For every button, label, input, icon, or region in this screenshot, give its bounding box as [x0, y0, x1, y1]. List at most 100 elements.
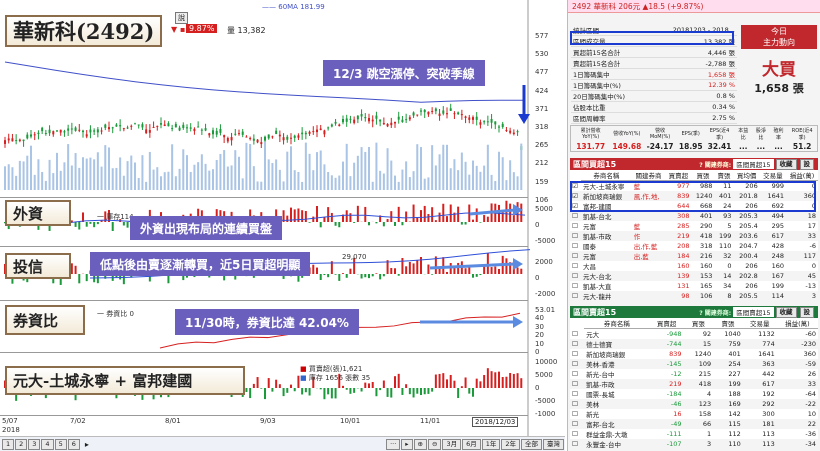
row-checkbox[interactable]: ☐ — [570, 281, 581, 291]
page-tab-4[interactable]: 4 — [41, 438, 54, 450]
table-cell: 428 — [771, 242, 784, 250]
candle-body — [171, 128, 174, 130]
y-tick: 106 — [535, 195, 549, 204]
page-tab-6[interactable]: 6 — [67, 438, 80, 450]
zoom-button[interactable]: 3月 — [442, 438, 462, 450]
table-row[interactable]: ☐ 新光-台中 -12 215 227 442 26 — [570, 369, 818, 379]
table-row[interactable]: ☐ 凱基-台北 308 401 93 205.3 494 18 — [570, 211, 818, 221]
zoom-button[interactable]: 1年 — [481, 438, 501, 450]
row-checkbox[interactable]: ☐ — [570, 369, 584, 379]
candle-body — [375, 115, 378, 119]
candle-body — [316, 129, 318, 133]
row-checkbox[interactable]: ☐ — [570, 359, 584, 369]
row-checkbox[interactable]: ☐ — [570, 439, 584, 449]
table-row[interactable]: ☐ 美林 -46 123 169 292 -22 — [570, 399, 818, 409]
row-checkbox[interactable]: ☐ — [570, 389, 584, 399]
row-checkbox[interactable]: ☐ — [570, 231, 581, 241]
page-tab-5[interactable]: 5 — [54, 438, 67, 450]
volume-bar — [204, 163, 207, 190]
row-checkbox[interactable]: ☐ — [570, 221, 581, 231]
table-cell: 219 — [677, 232, 690, 240]
table-cell: 205.5 — [739, 292, 758, 300]
volume-bar — [238, 156, 240, 190]
row-checkbox[interactable]: ☐ — [570, 291, 581, 301]
buy-set-button[interactable]: 設 — [799, 158, 814, 170]
zoom-button[interactable]: 6月 — [462, 438, 481, 450]
flow-bar — [516, 373, 519, 388]
table-row[interactable]: ☐ 元大-龍井 98 106 8 205.5 114 3 — [570, 291, 818, 301]
today-header: 今日 主力動向 — [741, 25, 817, 49]
table-row[interactable]: ☐ 群益金鼎-大墩 -111 1 112 113 -36 — [570, 429, 818, 439]
zoom-button[interactable]: 臺灣 — [543, 438, 564, 450]
flow-bar — [460, 222, 463, 225]
row-checkbox[interactable]: ☐ — [570, 329, 584, 340]
table-row[interactable]: ☐ 新光 16 158 142 300 10 — [570, 409, 818, 419]
candle-body — [108, 127, 110, 130]
table-row[interactable]: ☐ 永豐金-台中 -107 3 110 113 -34 — [570, 439, 818, 449]
page-tab-3[interactable]: 3 — [28, 438, 41, 450]
zoom-button[interactable]: 2年 — [501, 438, 520, 450]
table-row[interactable]: ☐ 凱基-市政 作 219 418 199 203.6 617 33 — [570, 231, 818, 241]
volume-bar — [37, 159, 40, 190]
table-row[interactable]: ☐ 元大 -948 92 1040 1132 -60 — [570, 328, 818, 340]
zoom-in-icon[interactable]: ⊕ — [413, 438, 427, 450]
row-checkbox[interactable]: ☐ — [570, 261, 581, 271]
sell-set-button[interactable]: 設 — [799, 306, 814, 318]
candle-body — [260, 142, 263, 145]
y-tick: 0 — [535, 384, 540, 392]
buy-select[interactable]: 區間買超15 — [733, 159, 774, 169]
row-checkbox[interactable]: ☐ — [570, 349, 584, 359]
table-row[interactable]: ☐ 國票-長城 -184 4 188 192 -64 — [570, 389, 818, 399]
chart-area[interactable]: —— 60MA 181.99 說 ▼ ▪ 9.87% 量 13,382 577 5… — [0, 0, 565, 451]
table-row[interactable]: ☐ 新加坡商瑞銀 839 1240 401 1641 360 — [570, 349, 818, 359]
volume-bar — [141, 155, 144, 190]
row-checkbox[interactable]: ☐ — [570, 409, 584, 419]
table-row[interactable]: ☐ 元大-台北 139 153 14 202.8 167 45 — [570, 271, 818, 281]
table-row[interactable]: ☐ 大昌 160 160 0 206 160 0 — [570, 261, 818, 271]
table-row[interactable]: ☐ 美林-香港 -145 109 254 363 -59 — [570, 359, 818, 369]
candle-body — [516, 131, 519, 133]
flow-bar — [386, 219, 389, 222]
volume-bar — [290, 146, 292, 190]
page-tab-1[interactable]: 1 — [2, 438, 15, 450]
table-row[interactable]: ☐ 富邦-台北 -49 66 115 181 22 — [570, 419, 818, 429]
scroll-right-icon[interactable]: ▸ — [85, 440, 89, 449]
table-row[interactable]: ☐ 元富 藍 285 290 5 205.4 295 17 — [570, 221, 818, 231]
scroll-next-icon[interactable]: ▸ — [401, 438, 413, 450]
table-cell: 33 — [807, 232, 816, 240]
row-checkbox[interactable]: ☐ — [570, 339, 584, 349]
fin-head-cell: 累計營收YoY(%) — [580, 128, 601, 141]
row-checkbox[interactable]: ☐ — [570, 241, 581, 251]
zoom-button[interactable]: 全部 — [521, 438, 542, 450]
table-row[interactable]: ☐ 國泰 出,作,藍 208 318 110 204.7 428 -6 — [570, 241, 818, 251]
sell-select[interactable]: 區間賣超15 — [733, 307, 774, 317]
row-checkbox[interactable]: ☐ — [570, 379, 584, 389]
foreign-banner: 外資 — [5, 200, 71, 226]
row-checkbox[interactable]: ☐ — [570, 399, 584, 409]
table-row[interactable]: ☐ 凱基-市政 219 418 199 617 33 — [570, 379, 818, 389]
zoom-out-icon[interactable]: ⊖ — [427, 438, 442, 450]
row-checkbox[interactable]: ☐ — [570, 211, 581, 221]
row-checkbox[interactable]: ☐ — [570, 271, 581, 281]
flow-bar — [405, 211, 408, 222]
flow-bar — [345, 388, 348, 390]
flow-bar — [360, 388, 363, 392]
scroll-button[interactable]: ··· — [386, 438, 401, 450]
sell-fav-button[interactable]: 收藏 — [775, 306, 797, 318]
row-checkbox[interactable]: ☐ — [570, 429, 584, 439]
flow-bar — [420, 210, 422, 222]
row-checkbox[interactable]: ☐ — [570, 419, 584, 429]
volume-bar — [293, 170, 296, 190]
row-checkbox[interactable]: ☐ — [570, 251, 581, 261]
volume-bar — [371, 181, 374, 190]
candle-body — [308, 131, 311, 134]
page-tab-2[interactable]: 2 — [15, 438, 28, 450]
volume-bar — [334, 177, 337, 190]
table-row[interactable]: ☐ 元富 出,藍 184 216 32 200.4 248 117 — [570, 251, 818, 261]
y-tick: 5000 — [535, 371, 553, 379]
table-cell — [632, 211, 666, 221]
table-row[interactable]: ☐ 凱基-大直 131 165 34 206 199 -13 — [570, 281, 818, 291]
table-cell: 34 — [723, 282, 732, 290]
table-row[interactable]: ☐ 德士德寶 -744 15 759 774 -230 — [570, 339, 818, 349]
buy-fav-button[interactable]: 收藏 — [775, 158, 797, 170]
